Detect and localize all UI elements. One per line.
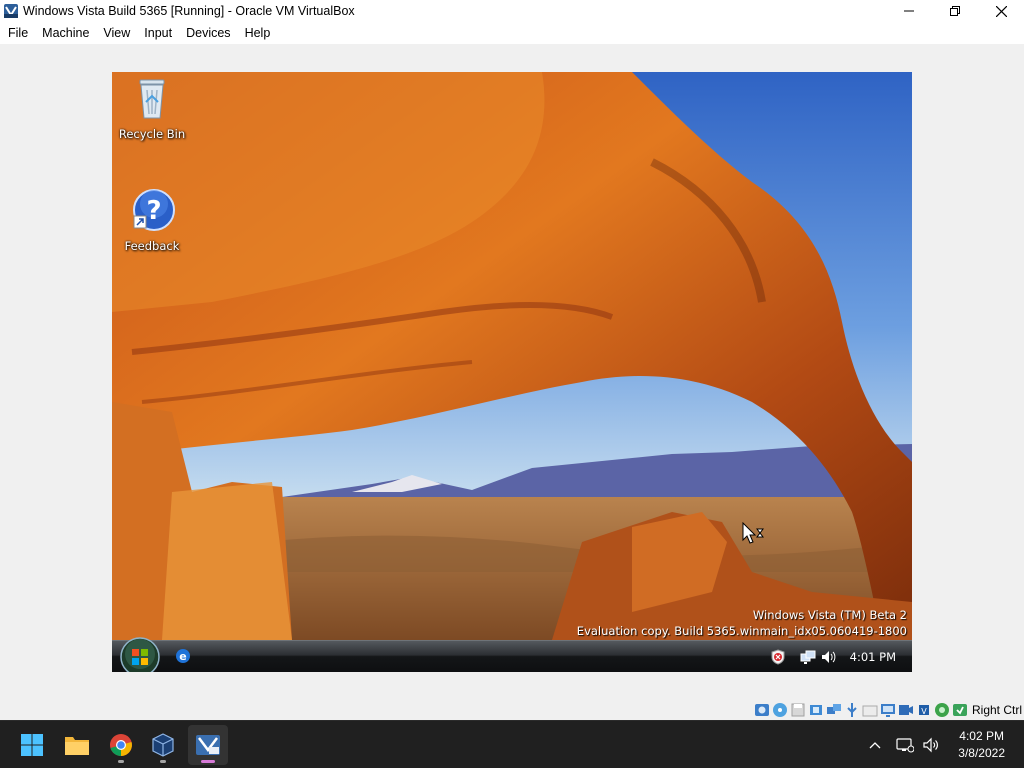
mouse-integration-icon[interactable] — [934, 702, 950, 718]
desktop-wallpaper — [112, 72, 912, 640]
file-explorer-button[interactable] — [57, 725, 97, 765]
svg-text:?: ? — [146, 196, 161, 226]
close-icon — [995, 5, 1007, 17]
network-icon — [896, 738, 915, 753]
feedback-label: Feedback — [124, 239, 180, 253]
build-watermark-line2: Evaluation copy. Build 5365.winmain_idx0… — [576, 624, 907, 638]
start-button[interactable] — [12, 725, 52, 765]
menu-machine[interactable]: Machine — [35, 22, 96, 44]
virtualbox-running-indicator — [160, 760, 166, 763]
shared-folders-icon[interactable] — [862, 702, 878, 718]
restore-button[interactable] — [932, 0, 978, 22]
vista-system-tray: 4:01 PM — [770, 641, 912, 672]
volume-button[interactable] — [918, 732, 944, 758]
desktop-icon-feedback[interactable]: ? Feedback — [112, 188, 192, 253]
svg-text:V: V — [921, 707, 927, 716]
minimize-button[interactable] — [886, 0, 932, 22]
busy-cursor-icon — [742, 522, 764, 544]
start-orb-icon[interactable] — [120, 637, 160, 672]
host-system-tray: 4:02 PM 3/8/2022 — [862, 721, 1024, 768]
vista-clock[interactable]: 4:01 PM — [850, 650, 896, 664]
restore-icon — [950, 6, 960, 16]
chrome-running-indicator — [118, 760, 124, 763]
chevron-up-icon — [869, 742, 881, 749]
vbox-status-bar: V Right Ctrl — [752, 700, 1022, 720]
recording-icon[interactable] — [898, 702, 914, 718]
virtualbox-manager-button[interactable] — [143, 725, 183, 765]
svg-text:e: e — [179, 650, 186, 663]
vm-active-indicator — [201, 760, 215, 763]
close-button[interactable] — [978, 0, 1024, 22]
menu-help[interactable]: Help — [238, 22, 278, 44]
host-key-label[interactable]: Right Ctrl — [972, 703, 1022, 717]
recycle-bin-icon — [139, 79, 165, 119]
host-taskbar: 4:02 PM 3/8/2022 — [0, 720, 1024, 768]
virtualbox-manager-icon — [152, 733, 174, 757]
recycle-bin-label: Recycle Bin — [118, 127, 186, 141]
network-icon[interactable] — [800, 649, 816, 665]
window-title: Windows Vista Build 5365 [Running] - Ora… — [23, 4, 355, 18]
volume-icon[interactable] — [820, 649, 836, 665]
cpu-icon[interactable]: V — [916, 702, 932, 718]
virtualbox-app-icon[interactable] — [3, 3, 19, 19]
start-icon — [21, 734, 43, 756]
audio-icon[interactable] — [808, 702, 824, 718]
chrome-icon — [110, 734, 132, 756]
network-adapter-icon[interactable] — [826, 702, 842, 718]
host-time: 4:02 PM — [959, 729, 1004, 743]
network-status-button[interactable] — [892, 732, 918, 758]
window-controls — [886, 0, 1024, 22]
title-bar: Windows Vista Build 5365 [Running] - Ora… — [0, 0, 1024, 22]
desktop-icon-recycle-bin[interactable]: Recycle Bin — [112, 76, 192, 141]
optical-drive-icon[interactable] — [772, 702, 788, 718]
build-watermark-line1: Windows Vista (TM) Beta 2 — [752, 608, 907, 622]
menu-file[interactable]: File — [1, 22, 35, 44]
menu-devices[interactable]: Devices — [179, 22, 237, 44]
keyboard-icon[interactable] — [952, 702, 968, 718]
menu-input[interactable]: Input — [137, 22, 179, 44]
file-explorer-icon — [65, 737, 89, 755]
vista-taskbar: e 4:01 PM — [112, 637, 912, 672]
floppy-icon[interactable] — [790, 702, 806, 718]
guest-screen[interactable]: Recycle Bin ? Feedback Windows Vista (TM… — [112, 72, 912, 672]
usb-icon[interactable] — [844, 702, 860, 718]
hard-disk-icon[interactable] — [754, 702, 770, 718]
security-alert-icon[interactable] — [770, 649, 786, 665]
minimize-icon — [904, 10, 914, 12]
virtualbox-vm-icon — [196, 735, 220, 755]
feedback-help-icon: ? — [133, 189, 175, 231]
menu-bar: File Machine View Input Devices Help — [0, 22, 1024, 44]
internet-explorer-icon[interactable]: e — [175, 648, 191, 664]
display-icon[interactable] — [880, 702, 896, 718]
host-date: 3/8/2022 — [958, 746, 1005, 760]
show-hidden-icons-button[interactable] — [862, 732, 888, 758]
clock-date-button[interactable]: 4:02 PM 3/8/2022 — [958, 728, 1005, 762]
virtualbox-vm-button[interactable] — [188, 725, 228, 765]
volume-icon — [923, 737, 939, 753]
menu-view[interactable]: View — [96, 22, 137, 44]
chrome-button[interactable] — [101, 725, 141, 765]
